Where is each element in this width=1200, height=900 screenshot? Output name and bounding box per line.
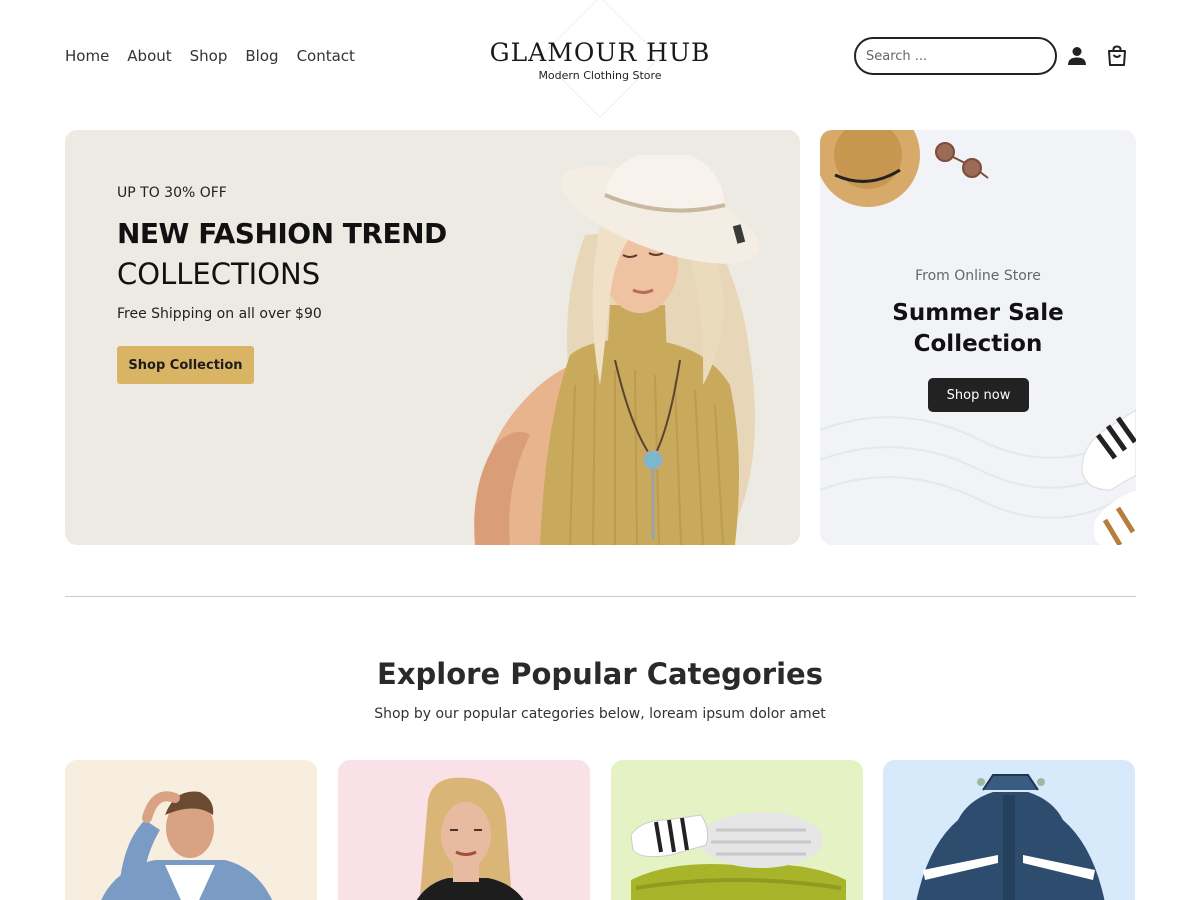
- promo-title-line-2: Collection: [913, 331, 1043, 357]
- nav-contact[interactable]: Contact: [297, 47, 355, 65]
- winter-jacket-image: [916, 774, 1105, 900]
- logo-title: GLAMOUR HUB: [489, 38, 711, 67]
- category-card-women[interactable]: [338, 760, 590, 900]
- nav-blog[interactable]: Blog: [245, 47, 278, 65]
- hero-shipping-note: Free Shipping on all over $90: [117, 306, 322, 322]
- summer-sale-promo: From Online Store Summer Sale Collection…: [820, 130, 1136, 545]
- search-input[interactable]: [854, 37, 1057, 75]
- category-card-outerwear[interactable]: [883, 760, 1135, 900]
- logo-subtitle: Modern Clothing Store: [538, 69, 662, 82]
- shop-collection-button[interactable]: Shop Collection: [117, 346, 254, 384]
- woman-portrait-image: [416, 777, 524, 900]
- categories-subtitle: Shop by our popular categories below, lo…: [374, 706, 826, 722]
- category-card-accessories[interactable]: [611, 760, 863, 900]
- promo-title: Summer Sale Collection: [820, 298, 1136, 360]
- promo-kicker: From Online Store: [915, 268, 1041, 284]
- nav-shop[interactable]: Shop: [190, 47, 228, 65]
- category-card-men[interactable]: [65, 760, 317, 900]
- nav-about[interactable]: About: [127, 47, 171, 65]
- nav-home[interactable]: Home: [65, 47, 109, 65]
- socks-and-knitwear-image: [630, 812, 846, 900]
- section-divider: [65, 596, 1136, 597]
- promo-title-line-1: Summer Sale: [892, 300, 1064, 326]
- hero-kicker: UP TO 30% OFF: [117, 185, 227, 201]
- hero-model-image: [474, 155, 760, 545]
- main-nav: Home About Shop Blog Contact: [65, 47, 355, 65]
- shop-now-button[interactable]: Shop now: [928, 378, 1029, 412]
- cart-icon[interactable]: [1105, 44, 1129, 68]
- site-logo[interactable]: GLAMOUR HUB Modern Clothing Store: [480, 38, 720, 82]
- hero-banner: UP TO 30% OFF NEW FASHION TREND COLLECTI…: [65, 130, 800, 545]
- hero-title: NEW FASHION TREND: [117, 217, 447, 250]
- hero-title-light: COLLECTIONS: [117, 257, 321, 291]
- man-denim-jacket-image: [101, 791, 273, 900]
- user-icon[interactable]: [1065, 44, 1089, 68]
- categories-title: Explore Popular Categories: [377, 657, 823, 691]
